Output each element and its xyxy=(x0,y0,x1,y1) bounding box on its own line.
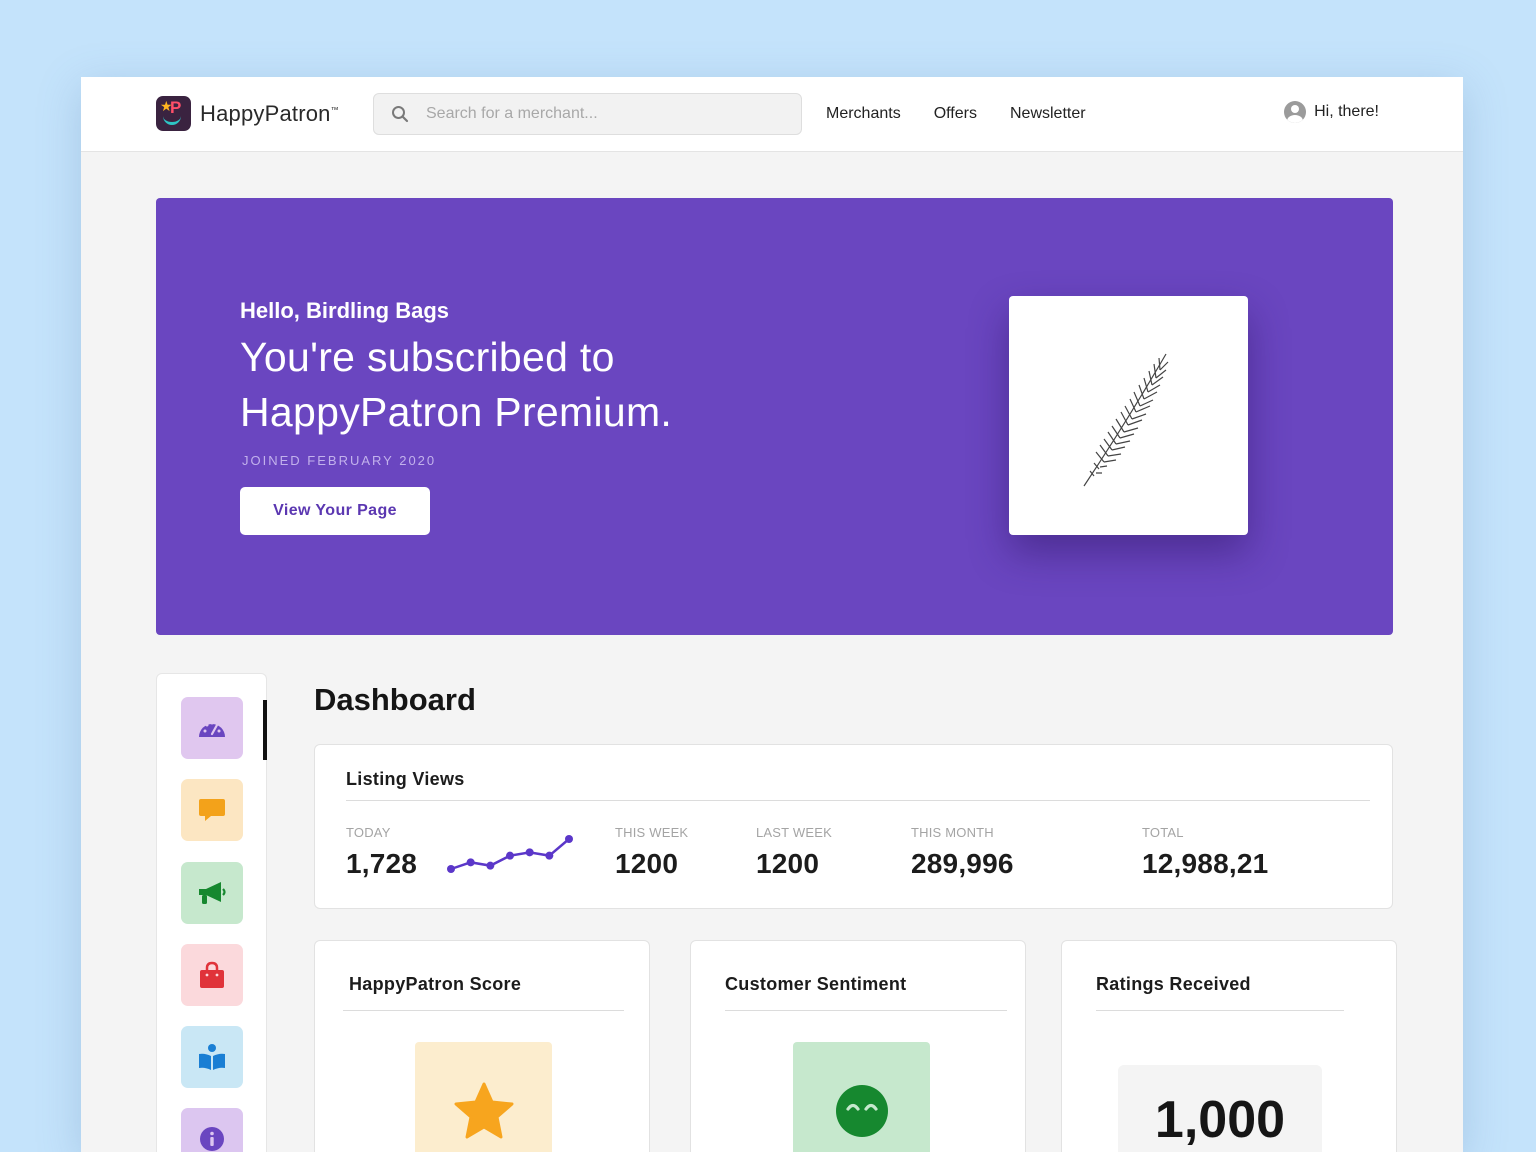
divider xyxy=(1096,1010,1344,1011)
sentiment-tile xyxy=(793,1042,930,1152)
search-icon xyxy=(390,104,410,124)
logo-text: HappyPatron™ xyxy=(200,100,339,126)
stat-last-week: LAST WEEK 1200 xyxy=(756,825,832,880)
stat-value: 1,728 xyxy=(346,848,418,879)
listing-views-card: Listing Views TODAY 1,728 THIS WEEK 1200… xyxy=(314,744,1393,909)
book-reader-icon xyxy=(199,1044,225,1070)
stat-value: 12,988,21 xyxy=(1142,848,1269,879)
sidebar xyxy=(156,673,267,1152)
nav-newsletter[interactable]: Newsletter xyxy=(1010,103,1086,125)
customer-sentiment-card[interactable]: Customer Sentiment xyxy=(690,940,1026,1152)
nav-offers[interactable]: Offers xyxy=(934,103,977,125)
stat-label: THIS MONTH xyxy=(911,825,994,840)
score-card-title: HappyPatron Score xyxy=(349,974,522,994)
feather-logo-icon xyxy=(1083,353,1168,486)
user-greeting: Hi, there! xyxy=(1314,103,1379,120)
sparkline-point xyxy=(466,858,475,867)
page-title: Dashboard xyxy=(314,682,476,717)
merchant-logo-card xyxy=(1009,296,1248,535)
ratings-card-title: Ratings Received xyxy=(1096,974,1251,994)
sparkline-point xyxy=(447,865,455,873)
stat-value: 1200 xyxy=(615,848,679,879)
subscription-banner: Hello, Birdling Bags You're subscribed t… xyxy=(156,198,1393,635)
views-sparkline xyxy=(447,835,573,873)
shopping-bag-icon xyxy=(200,961,224,988)
hero-greeting: Hello, Birdling Bags xyxy=(240,298,450,323)
stat-this-month: THIS MONTH 289,996 xyxy=(911,825,1014,880)
megaphone-icon xyxy=(199,882,226,904)
ratings-received-card[interactable]: Ratings Received 1,000 xyxy=(1061,940,1397,1152)
listing-views-title: Listing Views xyxy=(346,769,465,789)
stat-label: TOTAL xyxy=(1142,825,1184,840)
sidebar-item-shop[interactable] xyxy=(181,944,243,1006)
info-icon xyxy=(200,1127,224,1151)
logo[interactable]: ★ P HappyPatron™ xyxy=(156,96,339,131)
stat-label: LAST WEEK xyxy=(756,825,832,840)
sidebar-item-info[interactable] xyxy=(181,1108,243,1152)
stat-total: TOTAL 12,988,21 xyxy=(1142,825,1268,880)
divider xyxy=(725,1010,1007,1011)
stat-value: 289,996 xyxy=(911,848,1014,879)
logo-icon: ★ P xyxy=(156,96,191,131)
sentiment-card-title: Customer Sentiment xyxy=(725,974,907,994)
sidebar-active-indicator xyxy=(263,700,267,760)
divider xyxy=(346,800,1370,801)
search-input[interactable] xyxy=(426,105,786,123)
sparkline-point xyxy=(565,835,573,843)
stat-label: TODAY xyxy=(346,825,391,840)
user-menu[interactable]: Hi, there! xyxy=(1284,101,1379,123)
happypatron-score-card[interactable]: HappyPatron Score xyxy=(314,940,650,1152)
app-window: ★P HappyPatron™ Merchants Offers Newslet… xyxy=(81,77,1463,1152)
joined-date: JOINED FEBRUARY 2020 xyxy=(242,453,437,468)
view-your-page-button[interactable]: View Your Page xyxy=(240,487,430,535)
stat-value: 1200 xyxy=(756,848,820,879)
ratings-count: 1,000 xyxy=(1118,1065,1322,1152)
sparkline-point xyxy=(545,851,554,860)
sidebar-item-learn[interactable] xyxy=(181,1026,243,1088)
search-bar[interactable] xyxy=(373,93,802,135)
nav-merchants[interactable]: Merchants xyxy=(826,103,901,125)
stat-today: TODAY 1,728 xyxy=(346,825,417,880)
hero-title: You're subscribed to HappyPatron Premium… xyxy=(240,334,673,435)
chat-icon xyxy=(199,799,225,821)
stat-label: THIS WEEK xyxy=(615,825,689,840)
star-icon xyxy=(454,1082,513,1138)
sparkline-point xyxy=(506,851,514,860)
sparkline-point xyxy=(525,848,534,857)
score-tile xyxy=(415,1042,552,1152)
speedometer-icon xyxy=(199,721,225,737)
stat-this-week: THIS WEEK 1200 xyxy=(615,825,688,880)
main-nav: Merchants Offers Newsletter xyxy=(826,103,1086,125)
sparkline-point xyxy=(486,861,495,870)
top-nav-bar: ★P HappyPatron™ Merchants Offers Newslet… xyxy=(81,77,1463,152)
sidebar-item-campaigns[interactable] xyxy=(181,862,243,924)
sidebar-item-dashboard[interactable] xyxy=(181,697,243,759)
sidebar-item-messages[interactable] xyxy=(181,779,243,841)
divider xyxy=(343,1010,624,1011)
happy-face-icon xyxy=(835,1084,888,1137)
user-avatar-icon xyxy=(1284,101,1307,123)
